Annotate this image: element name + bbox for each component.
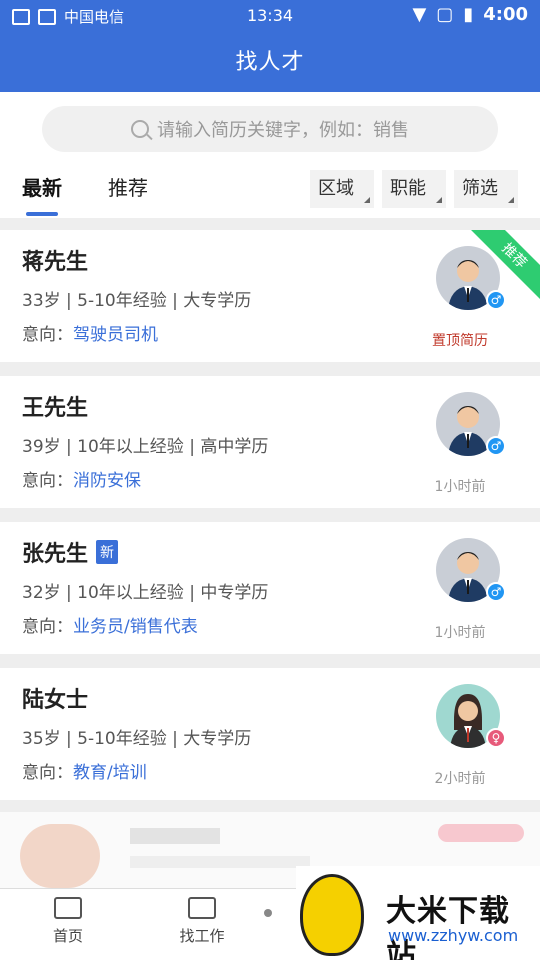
filter-more-label: 筛选: [462, 178, 498, 199]
tabs-row: 最新 推荐 区域 职能 筛选: [0, 162, 540, 218]
status-bar: 中国电信 13:34 ▼ ▢ ▮ 4:00: [0, 0, 540, 32]
name-line: 张先生 新: [22, 536, 119, 568]
watermark-title: 大米下载站: [386, 894, 510, 960]
female-icon: ♀: [486, 728, 506, 748]
intent-job: 业务员/销售代表: [73, 617, 198, 637]
intent-label: 意向：: [22, 325, 73, 345]
candidate-info: 32岁 | 10年以上经验 | 中专学历: [22, 583, 269, 603]
name-line: 陆女士: [22, 682, 88, 714]
candidate-card[interactable]: 陆女士 35岁 | 5-10年经验 | 大专学历 意向：教育/培训 ♀ 2小时前: [0, 668, 540, 800]
dropdown-triangle-icon: [364, 197, 370, 203]
tab-latest[interactable]: 最新: [22, 172, 62, 201]
candidate-intent: 意向：驾驶员司机: [22, 320, 158, 345]
nav-home[interactable]: 首页: [28, 897, 108, 946]
candidate-info: 35岁 | 5-10年经验 | 大专学历: [22, 729, 252, 749]
candidate-card[interactable]: 张先生 新 32岁 | 10年以上经验 | 中专学历 意向：业务员/销售代表 ♂…: [0, 522, 540, 654]
mascot-egg-icon: [300, 874, 364, 956]
posted-time: 1小时前: [434, 625, 486, 641]
candidate-intent: 意向：教育/培训: [22, 758, 147, 783]
filter-region-label: 区域: [318, 178, 354, 199]
dropdown-triangle-icon: [436, 197, 442, 203]
candidate-name: 蒋先生: [22, 250, 89, 275]
intent-job: 教育/培训: [73, 763, 147, 783]
candidate-name: 王先生: [22, 396, 89, 421]
intent-label: 意向：: [22, 763, 73, 783]
page-title: 找人才: [235, 50, 305, 75]
candidate-card[interactable]: 王先生 39岁 | 10年以上经验 | 高中学历 意向：消防安保 ♂ 1小时前: [0, 376, 540, 508]
male-icon: ♂: [486, 582, 506, 602]
watermark: 大米下载站 www.zzhyw.com: [296, 866, 540, 960]
nav-find-job[interactable]: 找工作: [162, 897, 242, 946]
nav-dot: [264, 909, 272, 917]
search-placeholder: 请输入简历关键字，例如：销售: [157, 120, 409, 141]
male-icon: ♂: [486, 436, 506, 456]
name-line: 王先生: [22, 390, 88, 422]
search-input[interactable]: 请输入简历关键字，例如：销售: [42, 106, 498, 152]
posted-time: 2小时前: [434, 771, 486, 787]
filter-function[interactable]: 职能: [382, 170, 446, 208]
status-right-text: 4:00: [483, 4, 528, 25]
top-resume-label: 置顶简历: [432, 333, 488, 349]
male-icon: ♂: [486, 290, 506, 310]
text-placeholder: [130, 828, 220, 844]
watermark-url: www.zzhyw.com: [388, 926, 519, 945]
name-line: 蒋先生: [22, 244, 88, 276]
no-sim-icon: ▢: [436, 4, 454, 25]
briefcase-icon: [188, 897, 216, 919]
battery-icon: ▮: [463, 4, 474, 25]
intent-job: 消防安保: [73, 471, 141, 491]
candidate-card[interactable]: 推荐 蒋先生 33岁 | 5-10年经验 | 大专学历 意向：驾驶员司机 ♂ 置…: [0, 230, 540, 362]
app-header: 中国电信 13:34 ▼ ▢ ▮ 4:00 找人才: [0, 0, 540, 92]
filter-more[interactable]: 筛选: [454, 170, 518, 208]
avatar-placeholder: [20, 824, 100, 888]
filter-function-label: 职能: [390, 178, 426, 199]
active-tab-indicator: [26, 212, 58, 216]
candidate-info: 33岁 | 5-10年经验 | 大专学历: [22, 291, 252, 311]
candidate-name: 张先生: [22, 542, 89, 567]
home-icon: [54, 897, 82, 919]
intent-label: 意向：: [22, 617, 73, 637]
candidate-info: 39岁 | 10年以上经验 | 高中学历: [22, 437, 269, 457]
intent-label: 意向：: [22, 471, 73, 491]
wifi-icon: ▼: [412, 4, 427, 25]
intent-job: 驾驶员司机: [73, 325, 158, 345]
tag-placeholder: [438, 824, 524, 842]
dropdown-triangle-icon: [508, 197, 514, 203]
status-right: ▼ ▢ ▮ 4:00: [412, 4, 528, 25]
tab-recommended[interactable]: 推荐: [108, 172, 148, 201]
candidate-name: 陆女士: [22, 688, 89, 713]
candidate-intent: 意向：消防安保: [22, 466, 141, 491]
nav-find-job-label: 找工作: [179, 927, 225, 945]
posted-time: 1小时前: [434, 479, 486, 495]
text-placeholder: [130, 856, 310, 868]
filter-region[interactable]: 区域: [310, 170, 374, 208]
search-area: 请输入简历关键字，例如：销售: [0, 92, 540, 162]
search-icon: [131, 120, 149, 138]
new-badge: 新: [96, 540, 119, 564]
candidate-intent: 意向：业务员/销售代表: [22, 612, 198, 637]
nav-home-label: 首页: [52, 927, 83, 945]
